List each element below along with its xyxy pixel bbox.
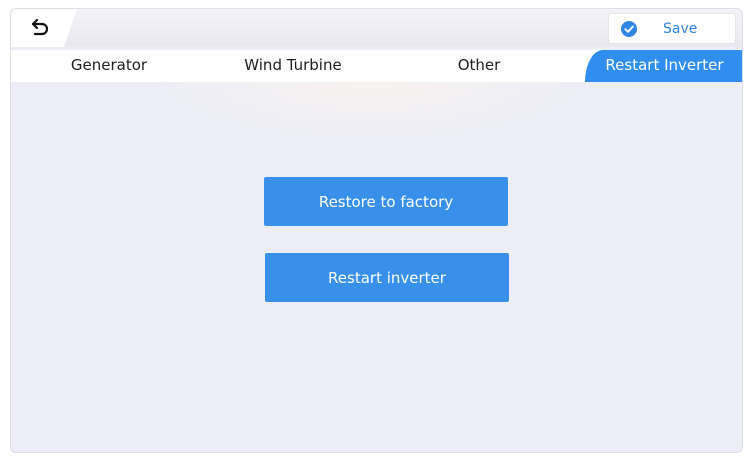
tab-generator[interactable]: Generator — [29, 50, 189, 82]
restart-inverter-button[interactable]: Restart inverter — [265, 253, 509, 302]
save-button[interactable]: Save — [608, 13, 736, 44]
tab-other[interactable]: Other — [399, 50, 559, 82]
save-label: Save — [663, 20, 698, 37]
settings-screen: Save Generator Wind Turbine Other Restar… — [10, 8, 743, 453]
back-arrow-icon — [31, 18, 49, 36]
content-panel: Restore to factory Restart inverter — [11, 82, 742, 452]
tab-wind-turbine[interactable]: Wind Turbine — [213, 50, 373, 82]
back-button[interactable] — [11, 9, 77, 47]
top-bar: Save — [11, 9, 742, 47]
tab-bar: Generator Wind Turbine Other Restart Inv… — [11, 50, 742, 82]
restore-factory-button[interactable]: Restore to factory — [264, 177, 508, 226]
check-circle-icon — [621, 20, 637, 37]
tab-restart-inverter[interactable]: Restart Inverter — [585, 50, 742, 82]
